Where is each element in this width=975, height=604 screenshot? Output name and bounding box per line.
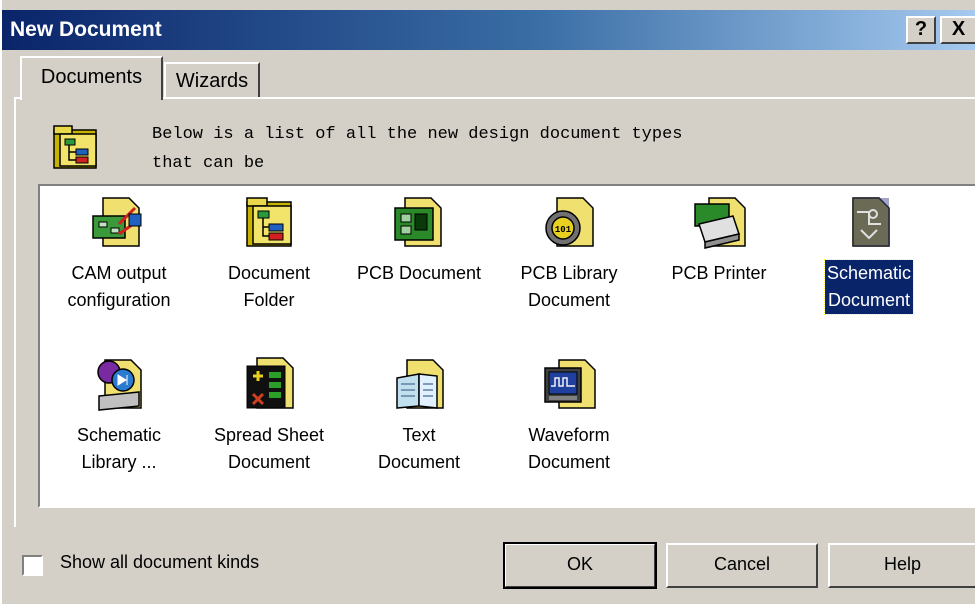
list-item-pcb-printer[interactable]: PCB Printer — [644, 194, 794, 287]
title-bar: New Document ? X — [2, 10, 975, 50]
help-button[interactable]: Help — [828, 543, 975, 588]
description-text: Below is a list of all the new design do… — [152, 120, 852, 178]
description-line-2: that can be — [152, 154, 265, 173]
list-item-text-document[interactable]: Text Document — [344, 356, 494, 476]
close-title-button[interactable]: X — [940, 16, 975, 44]
list-item-cam-output[interactable]: CAM output configuration — [44, 194, 194, 314]
spreadsheet-icon — [246, 357, 294, 409]
document-label: Document Folder — [227, 263, 311, 310]
window-title: New Document — [10, 18, 162, 41]
schematic-document-icon — [852, 197, 890, 247]
document-label: Schematic Document — [823, 259, 915, 315]
document-label: PCB Printer — [671, 263, 767, 283]
tab-wizards[interactable]: Wizards — [164, 62, 260, 98]
list-item-document-folder[interactable]: Document Folder — [194, 194, 344, 314]
show-all-kinds-label[interactable]: Show all document kinds — [60, 552, 259, 573]
help-title-button[interactable]: ? — [906, 16, 936, 44]
pcb-library-icon: 101 — [545, 197, 594, 247]
list-item-pcb-library[interactable]: 101 PCB Library Document — [494, 194, 644, 314]
ok-button[interactable]: OK — [503, 542, 657, 589]
new-document-dialog: New Document ? X Documents Wizards Below… — [0, 0, 975, 604]
list-item-schematic-library[interactable]: Schematic Library ... — [44, 356, 194, 476]
document-label: PCB Document — [356, 263, 482, 283]
pcb-printer-icon — [694, 197, 746, 249]
text-document-icon — [396, 359, 444, 409]
list-item-spreadsheet[interactable]: Spread Sheet Document — [194, 356, 344, 476]
document-label: CAM output configuration — [67, 263, 171, 310]
document-type-list: CAM output configuration Document Folder — [38, 184, 975, 508]
document-folder-icon — [53, 125, 97, 169]
waveform-document-icon — [544, 359, 596, 409]
cancel-button[interactable]: Cancel — [666, 543, 818, 588]
show-all-kinds-checkbox[interactable] — [22, 555, 43, 576]
document-label: PCB Library Document — [520, 263, 618, 310]
cam-output-icon — [92, 197, 142, 247]
document-label: Spread Sheet Document — [213, 425, 325, 472]
description-line-1: Below is a list of all the new design do… — [152, 125, 683, 144]
svg-text:101: 101 — [555, 225, 572, 235]
list-item-schematic-document[interactable]: Schematic Document — [794, 194, 944, 315]
document-label: Waveform Document — [527, 425, 611, 472]
list-item-waveform-document[interactable]: Waveform Document — [494, 356, 644, 476]
document-folder-icon — [246, 197, 292, 247]
tab-documents[interactable]: Documents — [20, 56, 163, 100]
list-item-pcb-document[interactable]: PCB Document — [344, 194, 494, 287]
document-label: Text Document — [377, 425, 461, 472]
schematic-library-icon — [97, 359, 142, 411]
pcb-document-icon — [394, 197, 442, 247]
document-label: Schematic Library ... — [76, 425, 162, 472]
